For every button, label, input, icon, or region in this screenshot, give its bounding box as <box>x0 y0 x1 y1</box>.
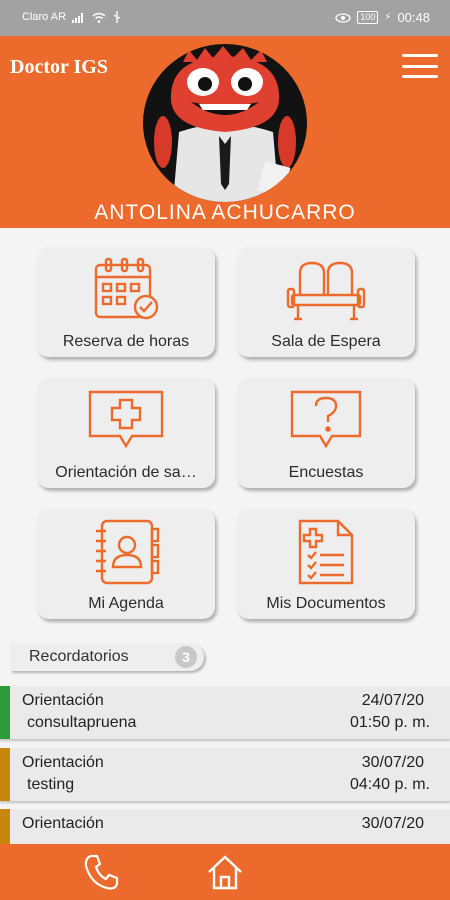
signal-icon <box>72 12 84 23</box>
contact-book-icon <box>96 519 160 585</box>
tile-reserva-de-horas[interactable]: Reserva de horas <box>37 247 215 357</box>
tile-label: Orientación de sa… <box>55 464 197 481</box>
tile-mis-documentos[interactable]: Mis Documentos <box>237 509 415 619</box>
tile-label: Encuestas <box>288 464 364 481</box>
tile-label: Mi Agenda <box>88 595 164 612</box>
waiting-room-seats-icon <box>286 261 366 321</box>
hamburger-menu-icon[interactable] <box>402 54 438 78</box>
reminder-time: 04:40 p. m. <box>349 776 430 793</box>
reminder-time: 01:50 p. m. <box>349 714 430 731</box>
reminder-item[interactable]: Orientación 30/07/20 <box>0 809 450 849</box>
wifi-icon <box>92 12 106 23</box>
reminder-type: Orientación <box>22 692 104 709</box>
phone-icon[interactable] <box>81 852 121 892</box>
usb-icon <box>113 11 121 23</box>
status-bar: Claro AR 100 ⚡ 00:48 <box>0 0 450 36</box>
reminders-label: Recordatorios <box>29 648 129 665</box>
question-chat-icon <box>290 390 362 449</box>
reminder-status-bar <box>0 809 10 849</box>
battery-indicator: 100 <box>357 11 379 24</box>
reminder-item[interactable]: Orientación consultapruena 24/07/20 01:5… <box>0 686 450 739</box>
reminder-name: testing <box>27 776 75 793</box>
tile-encuestas[interactable]: Encuestas <box>237 378 415 488</box>
medical-document-icon <box>298 519 354 585</box>
app-title: Doctor IGS <box>10 56 108 78</box>
medical-chat-icon <box>88 390 164 449</box>
tile-orientacion-de-salud[interactable]: Orientación de sa… <box>37 378 215 488</box>
avatar[interactable] <box>143 44 307 202</box>
reminder-type: Orientación <box>22 754 104 771</box>
reminder-status-bar <box>0 748 10 801</box>
charging-icon: ⚡ <box>384 12 392 23</box>
reminder-name: consultapruena <box>27 714 137 731</box>
reminder-date: 30/07/20 <box>361 815 424 832</box>
reminders-count-badge: 3 <box>175 646 197 668</box>
user-name: ANTOLINA ACHUCARRO <box>94 201 356 224</box>
reminder-item[interactable]: Orientación testing 30/07/20 04:40 p. m. <box>0 748 450 801</box>
reminders-header[interactable]: Recordatorios 3 <box>10 643 204 671</box>
clock: 00:48 <box>397 10 430 25</box>
tile-sala-de-espera[interactable]: Sala de Espera <box>237 247 415 357</box>
reminder-date: 24/07/20 <box>361 692 424 709</box>
calendar-check-icon <box>94 257 159 320</box>
profile-header: Doctor IGS ANTOLINA ACHUCARRO <box>0 36 450 228</box>
tile-label: Sala de Espera <box>271 333 381 350</box>
reminder-date: 30/07/20 <box>361 754 424 771</box>
home-icon[interactable] <box>205 852 245 892</box>
eye-icon <box>335 12 352 23</box>
bottom-nav <box>0 844 450 900</box>
tile-label: Mis Documentos <box>266 595 386 612</box>
tile-mi-agenda[interactable]: Mi Agenda <box>37 509 215 619</box>
tile-label: Reserva de horas <box>62 333 190 350</box>
carrier-label: Claro AR <box>22 11 67 23</box>
reminder-status-bar <box>0 686 10 739</box>
reminder-type: Orientación <box>22 815 104 832</box>
